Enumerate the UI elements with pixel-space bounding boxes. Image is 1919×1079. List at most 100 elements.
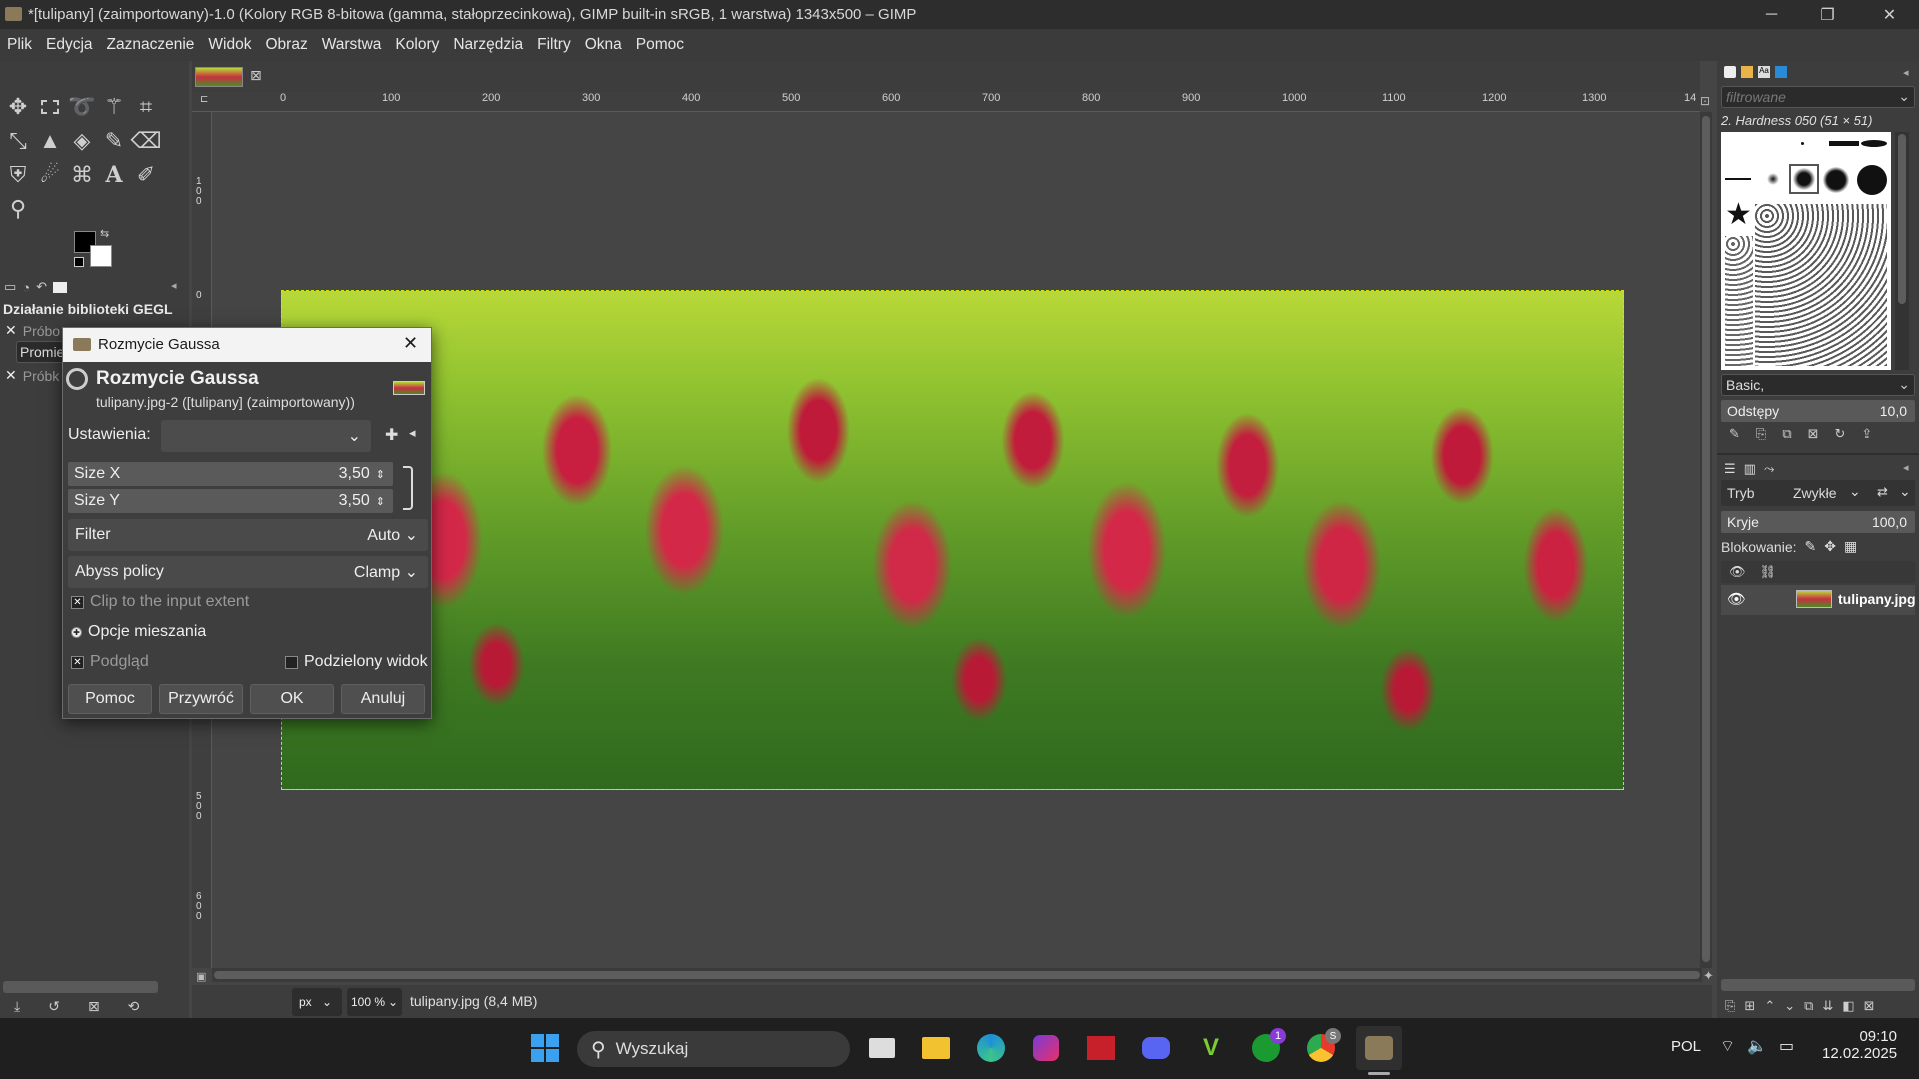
unit-selector[interactable]: px ⌄	[292, 988, 342, 1016]
new-layer-icon[interactable]: ⎘	[1725, 998, 1735, 1014]
color-picker-tool-icon[interactable]: ✐	[130, 159, 162, 191]
vertical-scroll-thumb[interactable]	[1702, 116, 1710, 962]
language-indicator[interactable]: POL	[1671, 1038, 1701, 1055]
mode-value[interactable]: Zwykłe	[1793, 485, 1837, 501]
spin-arrows-icon[interactable]: ⇕	[376, 495, 385, 508]
reset-preset-icon[interactable]: ⟲	[128, 998, 140, 1015]
move-tool-icon[interactable]: ✥	[2, 91, 34, 123]
filter-combo[interactable]: Filter Auto ⌄	[68, 519, 428, 551]
split-view-checkbox[interactable]	[285, 655, 298, 669]
text-tool-icon[interactable]: A	[98, 159, 130, 191]
lock-position-icon[interactable]: ✥	[1824, 538, 1836, 555]
layers-tab-icon[interactable]: ☰	[1724, 461, 1736, 477]
menu-kolory[interactable]: Kolory	[388, 29, 446, 61]
layer-name[interactable]: tulipany.jpg	[1838, 591, 1916, 607]
brush-item[interactable]	[1767, 173, 1779, 185]
radius-field[interactable]: Promie	[16, 341, 66, 363]
app-instagram-icon[interactable]	[1026, 1028, 1066, 1068]
volume-icon[interactable]: 🔈	[1747, 1036, 1767, 1056]
layers-scrollbar[interactable]	[1721, 979, 1915, 991]
menu-plik[interactable]: Plik	[0, 29, 39, 61]
paths-tool-icon[interactable]: ⌘	[66, 159, 98, 191]
close-tab-icon[interactable]: ⊠	[250, 67, 262, 84]
image-tab-thumbnail[interactable]	[195, 67, 243, 87]
size-y-spinner[interactable]: Size Y 3,50 ⇕	[68, 489, 393, 513]
eraser-tool-icon[interactable]: ⌫	[130, 125, 162, 157]
zoom-selector[interactable]: 100 % ⌄	[347, 988, 402, 1016]
image-canvas[interactable]	[281, 290, 1624, 790]
delete-layer-icon[interactable]: ⊠	[1864, 998, 1875, 1014]
menu-pomoc[interactable]: Pomoc	[629, 29, 691, 61]
brush-item[interactable]	[1861, 140, 1887, 147]
background-color-swatch[interactable]	[90, 245, 112, 267]
brush-item[interactable]	[1725, 178, 1751, 180]
close-row-icon[interactable]: ✕	[5, 322, 17, 339]
clone-tool-icon[interactable]: ⛨	[2, 159, 34, 191]
xbox-icon[interactable]: 1	[1246, 1028, 1286, 1068]
reset-button[interactable]: Przywróć	[159, 684, 243, 714]
tool-options-tab-icon[interactable]: ▭	[4, 279, 16, 295]
clip-extent-checkbox[interactable]: ✕	[71, 595, 84, 609]
new-brush-icon[interactable]: ⎘	[1756, 426, 1766, 442]
add-preset-icon[interactable]: ✚	[385, 425, 398, 445]
open-brush-as-image-icon[interactable]: ⇪	[1861, 426, 1872, 442]
undo-history-tab-icon[interactable]: ↶	[36, 279, 47, 295]
menu-filtry[interactable]: Filtry	[530, 29, 578, 61]
crop-tool-icon[interactable]: ⌗	[130, 91, 162, 123]
bucket-fill-tool-icon[interactable]: ◈	[66, 125, 98, 157]
fonts-tab-icon[interactable]: Aa	[1758, 66, 1770, 78]
gimp-taskbar-icon[interactable]	[1356, 1026, 1402, 1070]
spin-arrows-icon[interactable]: ⇕	[376, 468, 385, 481]
refresh-brushes-icon[interactable]: ↻	[1835, 426, 1846, 442]
lower-layer-icon[interactable]: ⌄	[1784, 998, 1795, 1014]
close-window-button[interactable]: ✕	[1862, 0, 1917, 29]
dock-config-icon[interactable]: ◂	[1903, 66, 1909, 79]
channels-tab-icon[interactable]: ▥	[1744, 461, 1756, 477]
battery-icon[interactable]: ▭	[1779, 1036, 1794, 1056]
brushes-tab-icon[interactable]	[1724, 66, 1736, 78]
wifi-icon[interactable]: ⌔	[1720, 1036, 1735, 1056]
images-tab-icon[interactable]	[53, 281, 68, 293]
default-colors-icon[interactable]	[74, 257, 84, 267]
quick-mask-icon[interactable]: ▣	[196, 970, 206, 983]
document-history-tab-icon[interactable]	[1775, 66, 1787, 78]
zoom-follow-icon[interactable]: ⊡	[1700, 94, 1710, 108]
restore-preset-icon[interactable]: ↺	[48, 998, 60, 1015]
dock-config-icon[interactable]: ◂	[1903, 461, 1909, 474]
expander-icon[interactable]: ✚	[71, 626, 82, 638]
brush-item[interactable]	[1823, 167, 1849, 193]
menu-narzedzia[interactable]: Narzędzia	[446, 29, 530, 61]
raise-layer-icon[interactable]: ⌃	[1764, 998, 1775, 1014]
horizontal-scroll-thumb[interactable]	[214, 971, 1700, 979]
navigate-icon[interactable]: ✦	[1703, 968, 1714, 984]
smudge-tool-icon[interactable]: ☄	[34, 159, 66, 191]
duplicate-layer-icon[interactable]: ⧉	[1804, 998, 1813, 1014]
device-status-tab-icon[interactable]: ◔	[22, 280, 30, 295]
spacing-spinner[interactable]: Odstępy 10,0	[1721, 400, 1915, 422]
mode-switch-icon[interactable]: ⇄	[1877, 484, 1888, 500]
preview-checkbox-row[interactable]: ✕ Podgląd	[71, 653, 149, 671]
discord-icon[interactable]	[1136, 1028, 1176, 1068]
clip-extent-checkbox-row[interactable]: ✕ Clip to the input extent	[71, 593, 249, 611]
save-preset-icon[interactable]: ⤓	[14, 998, 20, 1015]
duplicate-brush-icon[interactable]: ⧉	[1782, 426, 1791, 442]
ruler-corner-icon[interactable]: ⊏	[200, 94, 208, 105]
lock-alpha-icon[interactable]: ▦	[1844, 538, 1857, 555]
ok-button[interactable]: OK	[250, 684, 334, 714]
start-menu-icon[interactable]	[525, 1028, 565, 1068]
split-view-checkbox-row[interactable]: Podzielony widok	[285, 653, 428, 671]
transform-tool-icon[interactable]: ⤡	[2, 125, 34, 157]
blending-options-expander[interactable]: ✚ Opcje mieszania	[71, 623, 206, 641]
help-button[interactable]: Pomoc	[68, 684, 152, 714]
warp-tool-icon[interactable]: ▲	[34, 125, 66, 157]
task-view-icon[interactable]	[862, 1028, 902, 1068]
fuzzy-select-tool-icon[interactable]: ⚚	[98, 91, 130, 123]
dialog-close-icon[interactable]: ✕	[403, 333, 418, 354]
delete-preset-icon[interactable]: ⊠	[88, 998, 100, 1015]
clock[interactable]: 09:10 12.02.2025	[1822, 1028, 1897, 1062]
minimize-button[interactable]: ─	[1744, 0, 1799, 29]
settings-combo[interactable]: ⌄	[161, 420, 371, 452]
app-red-icon[interactable]	[1081, 1028, 1121, 1068]
file-explorer-icon[interactable]	[916, 1028, 956, 1068]
brush-grid-scroll-thumb[interactable]	[1898, 134, 1906, 304]
